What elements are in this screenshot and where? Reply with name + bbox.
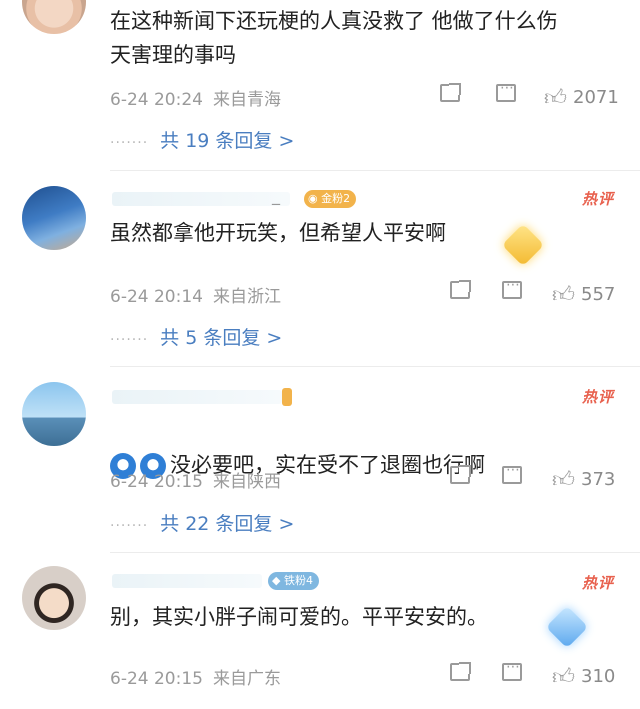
message-icon [502, 277, 522, 299]
comment-actions: 👍︎ 2071 [440, 80, 630, 111]
like-count: 557 [581, 283, 616, 305]
comment-meta: 6-24 20:14 来自浙江 [110, 282, 281, 307]
message-icon [496, 80, 516, 102]
message-button[interactable] [496, 80, 516, 110]
thumbs-up-icon: 👍︎ [552, 664, 575, 690]
dots-icon: ······· [110, 135, 149, 151]
share-icon [450, 280, 471, 299]
message-button[interactable] [502, 659, 522, 689]
username[interactable] [112, 192, 290, 206]
avatar[interactable] [22, 0, 86, 34]
comment-text: 在这种新闻下还玩梗的人真没救了 他做了什么伤 天害理的事吗 [110, 9, 558, 67]
comment-actions: 👍︎ 310 [440, 659, 630, 690]
badge-label: 铁粉4 [283, 574, 313, 587]
divider [110, 366, 640, 367]
comment-meta: 6-24 20:15 来自陕西 [110, 467, 281, 492]
share-button[interactable] [440, 83, 461, 110]
comment-meta: 6-24 20:15 来自广东 [110, 664, 281, 689]
replies-label: 共 22 条回复 > [160, 513, 295, 535]
like-count: 310 [581, 665, 616, 687]
comment-location: 来自广东 [212, 669, 281, 689]
username-suffix: _ [272, 186, 280, 205]
comment-location: 来自青海 [212, 90, 281, 110]
share-icon [440, 83, 461, 102]
comment-date: 6-24 20:15 [110, 472, 203, 492]
share-icon [450, 465, 471, 484]
thumbs-up-icon: 👍︎ [552, 282, 575, 308]
gold-fan-badge-icon: ◉ [308, 192, 322, 205]
share-button[interactable] [450, 280, 471, 307]
replies-link[interactable]: ······· 共 22 条回复 > [110, 509, 294, 536]
avatar[interactable] [22, 382, 86, 446]
like-button[interactable]: 👍︎ 2071 [544, 84, 619, 111]
hot-comment-badge: 热评 [581, 190, 614, 208]
share-icon [450, 662, 471, 681]
message-button[interactable] [502, 462, 522, 492]
fan-badge: ◉ 金粉2 [304, 190, 357, 208]
comment-actions: 👍︎ 557 [440, 277, 630, 308]
replies-link[interactable]: ······· 共 19 条回复 > [110, 126, 294, 153]
dots-icon: ······· [110, 332, 149, 348]
like-count: 373 [581, 468, 616, 490]
comment-location: 来自陕西 [212, 472, 281, 492]
username[interactable] [112, 390, 282, 404]
thumbs-up-icon: 👍︎ [544, 85, 567, 111]
divider [110, 552, 640, 553]
iron-fan-badge-icon: ◆ [272, 574, 284, 587]
thumbs-up-icon: 👍︎ [552, 467, 575, 493]
like-button[interactable]: 👍︎ 373 [552, 466, 616, 493]
avatar[interactable] [22, 186, 86, 250]
like-button[interactable]: 👍︎ 557 [552, 281, 616, 308]
replies-link[interactable]: ······· 共 5 条回复 > [110, 323, 282, 350]
username[interactable] [112, 574, 262, 588]
comment-actions: 👍︎ 373 [440, 462, 630, 493]
comment-meta: 6-24 20:24 来自青海 [110, 85, 281, 110]
like-button[interactable]: 👍︎ 310 [552, 663, 616, 690]
share-button[interactable] [450, 662, 471, 689]
comment-text: 虽然都拿他开玩笑，但希望人平安啊 [110, 221, 446, 245]
replies-label: 共 5 条回复 > [160, 327, 283, 349]
fan-badge [282, 388, 292, 406]
dots-icon: ······· [110, 518, 149, 534]
badge-label: 金粉2 [321, 192, 351, 205]
replies-label: 共 19 条回复 > [160, 130, 295, 152]
comment-location: 来自浙江 [212, 287, 281, 307]
avatar[interactable] [22, 566, 86, 630]
message-icon [502, 462, 522, 484]
hot-comment-badge: 热评 [581, 574, 614, 592]
comment-date: 6-24 20:15 [110, 669, 203, 689]
message-icon [502, 659, 522, 681]
comment-date: 6-24 20:24 [110, 90, 203, 110]
share-button[interactable] [450, 465, 471, 492]
like-count: 2071 [573, 86, 619, 108]
message-button[interactable] [502, 277, 522, 307]
divider [110, 170, 640, 171]
hot-comment-badge: 热评 [581, 388, 614, 406]
comment-date: 6-24 20:14 [110, 287, 203, 307]
fan-badge: ◆ 铁粉4 [268, 572, 319, 590]
